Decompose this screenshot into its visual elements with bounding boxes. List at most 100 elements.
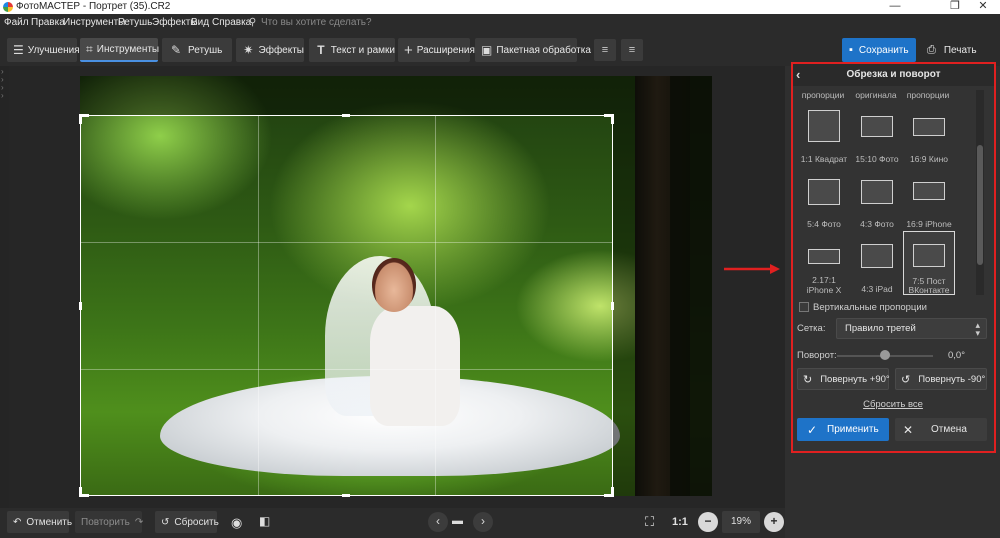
crop-handle-top[interactable] bbox=[342, 114, 350, 117]
rotation-label: Поворот: bbox=[797, 350, 837, 361]
menu-file[interactable]: Файл bbox=[4, 17, 29, 28]
preset-square[interactable]: 1:1 Квадрат bbox=[797, 104, 851, 168]
ratio-icon bbox=[861, 180, 893, 204]
tab-effects[interactable]: ✷ Эффекты bbox=[236, 38, 304, 62]
preset-label: 5:4 Фото bbox=[807, 219, 841, 229]
vertical-proportions-checkbox[interactable] bbox=[799, 302, 809, 312]
close-icon: ✕ bbox=[902, 422, 914, 437]
tab-label: Эффекты bbox=[258, 44, 304, 56]
menu-retouch[interactable]: Ретушь bbox=[118, 17, 152, 28]
tab-label: Ретушь bbox=[188, 44, 223, 56]
menu-view[interactable]: Вид bbox=[191, 17, 209, 28]
apply-button[interactable]: ✓ Применить bbox=[797, 418, 889, 441]
title-bar: ФотоМАСТЕР - Портрет (35).CR2 — ❐ ✕ bbox=[0, 0, 1000, 14]
ratio-icon bbox=[913, 118, 945, 136]
crop-handle-left[interactable] bbox=[79, 302, 82, 310]
preset-label: 16:9 Кино bbox=[909, 154, 949, 164]
menu-tools[interactable]: Инструменты bbox=[63, 17, 125, 28]
reset-button[interactable]: ↺ Сбросить bbox=[155, 511, 219, 533]
sparkle-icon: ✷ bbox=[243, 43, 254, 57]
crop-shade-top bbox=[80, 76, 712, 115]
menu-help[interactable]: Справка bbox=[212, 17, 251, 28]
minimize-button[interactable]: — bbox=[880, 0, 910, 14]
rotate-minus-90-button[interactable]: ↺ Повернуть -90° bbox=[895, 368, 987, 390]
back-arrow-icon[interactable]: ‹ bbox=[796, 64, 800, 86]
zoom-level[interactable]: 19% bbox=[722, 511, 760, 533]
scrollbar-thumb[interactable] bbox=[977, 145, 983, 265]
grid-line bbox=[81, 369, 612, 370]
preset-vk-post-selected[interactable]: 7:5 Пост ВКонтакте bbox=[903, 231, 955, 295]
sliders-icon: ☰ bbox=[13, 43, 24, 57]
preset-label-line2: ВКонтакте bbox=[908, 285, 950, 295]
preset-5-4[interactable]: 5:4 Фото bbox=[797, 170, 851, 232]
zoom-in-button[interactable]: + bbox=[764, 512, 784, 532]
plus-icon: + bbox=[404, 41, 413, 59]
crop-handle-bl[interactable] bbox=[79, 487, 82, 497]
crop-handle-right[interactable] bbox=[611, 302, 614, 310]
tab-label: Инструменты bbox=[96, 43, 160, 55]
preset-header-label: пропорции bbox=[801, 90, 845, 100]
crop-handle-br[interactable] bbox=[611, 487, 614, 497]
next-image-button[interactable]: › bbox=[473, 512, 493, 532]
tab-enhancements[interactable]: ☰ Улучшения bbox=[7, 38, 80, 62]
grid-line bbox=[258, 116, 259, 495]
ratio-icon bbox=[861, 244, 893, 268]
preset-16-9-iphone[interactable]: 16:9 iPhone bbox=[902, 170, 956, 232]
tab-text-frames[interactable]: T Текст и рамки bbox=[309, 38, 395, 62]
preset-4-3[interactable]: 4:3 Фото bbox=[850, 170, 904, 232]
app-logo-icon bbox=[3, 2, 13, 12]
reset-icon: ↺ bbox=[161, 516, 170, 528]
checkmark-icon: ✓ bbox=[806, 422, 818, 437]
command-search[interactable]: Что вы хотите сделать? bbox=[261, 17, 372, 28]
crop-handle-bottom[interactable] bbox=[342, 494, 350, 497]
rotation-slider-thumb[interactable] bbox=[880, 350, 890, 360]
preset-15-10[interactable]: 15:10 Фото bbox=[850, 104, 904, 168]
preset-iphone-x[interactable]: 2.17:1 iPhone X bbox=[797, 235, 851, 295]
redo-button[interactable]: Повторить ↷ bbox=[75, 511, 143, 533]
undo-label: Отменить bbox=[26, 516, 73, 528]
left-collapse-strip[interactable]: › › › › bbox=[0, 66, 9, 508]
maximize-button[interactable]: ❐ bbox=[940, 0, 970, 14]
red-arrow-icon bbox=[724, 264, 780, 274]
preset-16-9-cinema[interactable]: 16:9 Кино bbox=[902, 104, 956, 168]
tab-tools[interactable]: ⌗ Инструменты bbox=[80, 38, 160, 62]
grid-select[interactable]: Правило третей ▴ ▾ bbox=[836, 318, 987, 339]
zoom-out-button[interactable]: − bbox=[698, 512, 718, 532]
batch-processing-button[interactable]: ▣ Пакетная обработка bbox=[475, 38, 591, 62]
tab-retouch[interactable]: ✎ Ретушь bbox=[162, 38, 232, 62]
reset-all-link[interactable]: Сбросить все bbox=[845, 399, 941, 410]
prev-image-button[interactable]: ‹ bbox=[428, 512, 448, 532]
panel-title: Обрезка и поворот bbox=[846, 69, 941, 80]
save-button[interactable]: ▪ Сохранить bbox=[842, 38, 916, 62]
add-list-icon[interactable]: ≡ bbox=[594, 39, 616, 61]
preset-ipad[interactable]: 4:3 iPad bbox=[850, 235, 904, 295]
tab-extensions[interactable]: + Расширения bbox=[398, 38, 475, 62]
cancel-button[interactable]: ✕ Отмена bbox=[895, 418, 987, 441]
print-button[interactable]: ⎙ Печать bbox=[921, 38, 991, 62]
menu-bar: Файл Правка Инструменты Ретушь Эффекты В… bbox=[0, 14, 1000, 32]
printer-icon: ⎙ bbox=[927, 43, 936, 56]
main-toolbar: ☰ Улучшения ⌗ Инструменты ✎ Ретушь ✷ Эффекты… bbox=[0, 32, 1000, 66]
fit-screen-icon[interactable]: ⛶ bbox=[645, 514, 654, 530]
rotate-plus-90-button[interactable]: ↻ Повернуть +90° bbox=[797, 368, 890, 390]
ratio-icon bbox=[913, 244, 945, 267]
crop-handle-tl[interactable] bbox=[79, 114, 82, 124]
crop-shade-right bbox=[613, 115, 712, 496]
vertical-proportions-label: Вертикальные пропорции bbox=[813, 302, 927, 313]
folder-icon[interactable]: ▬ bbox=[452, 515, 463, 527]
rotate-ccw-icon: ↺ bbox=[901, 373, 911, 386]
crop-handle-tr[interactable] bbox=[611, 114, 614, 124]
actual-size-button[interactable]: 1:1 bbox=[672, 516, 688, 528]
preset-label: 16:9 iPhone bbox=[906, 219, 952, 229]
text-icon: T bbox=[317, 43, 325, 57]
compare-icon[interactable]: ◧ bbox=[259, 514, 270, 528]
crop-frame[interactable] bbox=[80, 115, 613, 496]
ratio-icon bbox=[808, 249, 840, 264]
undo-button[interactable]: ↶ Отменить bbox=[7, 511, 73, 533]
preview-eye-icon[interactable]: ◉ bbox=[231, 515, 242, 531]
remove-list-icon[interactable]: ≡ bbox=[621, 39, 643, 61]
menu-edit[interactable]: Правка bbox=[31, 17, 65, 28]
floppy-icon: ▪ bbox=[849, 44, 853, 56]
close-button[interactable]: ✕ bbox=[968, 0, 998, 14]
preset-header-label: пропорции bbox=[906, 90, 950, 100]
